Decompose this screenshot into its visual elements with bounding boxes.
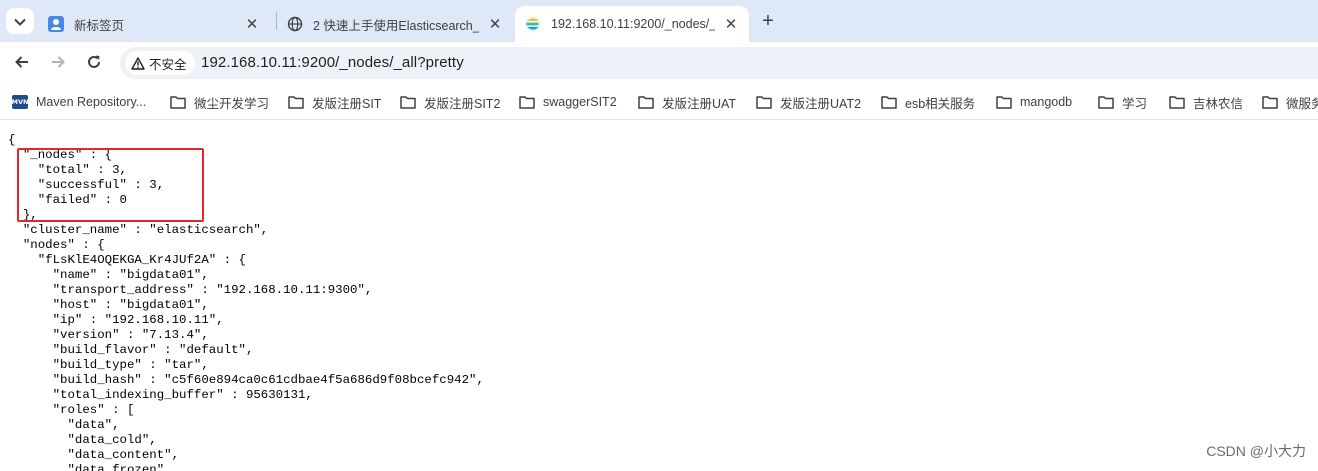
bookmark-folder[interactable]: 吉林农信 — [1169, 92, 1243, 112]
tab-elasticsearch-guide[interactable]: 2 快速上手使用Elasticsearch_/ ✕ — [277, 6, 513, 42]
bookmark-folder[interactable]: 微尘开发学习 — [170, 92, 269, 112]
person-profile-icon — [48, 16, 64, 32]
folder-icon — [288, 95, 304, 109]
bookmark-label: Maven Repository... — [36, 95, 147, 109]
bookmark-folder[interactable]: esb相关服务 — [881, 92, 975, 112]
bookmark-label: 发版注册SIT2 — [424, 96, 501, 111]
security-label: 不安全 — [149, 57, 187, 72]
folder-icon — [1098, 95, 1114, 109]
arrow-left-icon — [14, 54, 30, 73]
bookmark-folder[interactable]: 微服务 — [1262, 92, 1318, 112]
back-button[interactable] — [9, 50, 35, 76]
folder-icon — [1169, 95, 1185, 109]
bookmark-folder[interactable]: 发版注册UAT — [638, 92, 736, 112]
chevron-down-icon — [14, 14, 26, 29]
bookmarks-bar: MVN Maven Repository... 微尘开发学习 发版注册SIT 发… — [0, 84, 1318, 120]
site-info-button[interactable]: 不安全 — [125, 51, 195, 75]
forward-button[interactable] — [45, 50, 71, 76]
folder-icon — [996, 95, 1012, 109]
maven-logo-text: MVN — [12, 95, 28, 109]
tab-nodes-active[interactable]: 192.168.10.11:9200/_nodes/_ ✕ — [515, 6, 749, 42]
bookmark-label: swaggerSIT2 — [543, 95, 617, 109]
reload-button[interactable] — [81, 50, 107, 76]
url-text[interactable]: 192.168.10.11:9200/_nodes/_all?pretty — [201, 54, 464, 71]
new-tab-button[interactable]: + — [756, 9, 780, 33]
close-icon[interactable]: ✕ — [244, 16, 260, 33]
elasticsearch-icon — [525, 16, 541, 32]
folder-icon — [881, 95, 897, 109]
bookmark-label: 发版注册UAT — [662, 96, 737, 111]
bookmark-label: 微服务 — [1286, 96, 1318, 111]
plus-icon: + — [762, 9, 774, 32]
warning-triangle-icon — [131, 56, 145, 70]
tab-search-button[interactable] — [6, 8, 34, 34]
tab-title: 192.168.10.11:9200/_nodes/_ — [551, 17, 715, 31]
json-response-text: { "_nodes" : { "total" : 3, "successful"… — [8, 133, 484, 471]
maven-logo-icon: MVN — [12, 95, 28, 109]
bookmark-folder[interactable]: 发版注册UAT2 — [756, 92, 861, 112]
folder-icon — [638, 95, 654, 109]
close-icon[interactable]: ✕ — [487, 16, 503, 33]
folder-icon — [170, 95, 186, 109]
bookmark-folder[interactable]: swaggerSIT2 — [519, 92, 617, 112]
tab-title: 新标签页 — [74, 18, 125, 33]
folder-icon — [756, 95, 772, 109]
folder-icon — [519, 95, 535, 109]
tab-strip: 新标签页 ✕ 2 快速上手使用Elasticsearch_/ ✕ 192.168… — [0, 0, 1318, 42]
bookmark-label: 吉林农信 — [1193, 96, 1244, 111]
bookmark-label: 发版注册UAT2 — [780, 96, 862, 111]
bookmark-label: 学习 — [1122, 96, 1148, 111]
bookmark-label: 发版注册SIT — [312, 96, 382, 111]
bookmark-folder[interactable]: 发版注册SIT2 — [400, 92, 500, 112]
bookmark-maven-repository[interactable]: MVN Maven Repository... — [12, 92, 146, 112]
tab-new-tab[interactable]: 新标签页 ✕ — [38, 6, 270, 42]
bookmark-label: 微尘开发学习 — [194, 96, 270, 111]
page-content: { "_nodes" : { "total" : 3, "successful"… — [0, 121, 1318, 471]
folder-icon — [1262, 95, 1278, 109]
bookmark-folder[interactable]: 发版注册SIT — [288, 92, 381, 112]
bookmark-label: mangodb — [1020, 95, 1073, 109]
bookmark-folder[interactable]: mangodb — [996, 92, 1072, 112]
csdn-watermark: CSDN @小大力 — [1206, 443, 1306, 459]
tab-title: 2 快速上手使用Elasticsearch_/ — [313, 18, 479, 33]
toolbar: 不安全 192.168.10.11:9200/_nodes/_all?prett… — [0, 42, 1318, 84]
close-icon[interactable]: ✕ — [723, 16, 739, 33]
folder-icon — [400, 95, 416, 109]
bookmark-label: esb相关服务 — [905, 96, 976, 111]
address-bar[interactable]: 不安全 192.168.10.11:9200/_nodes/_all?prett… — [120, 47, 1318, 79]
bookmark-folder[interactable]: 学习 — [1098, 92, 1147, 112]
globe-icon — [287, 16, 303, 32]
arrow-right-icon — [50, 54, 66, 73]
reload-icon — [86, 54, 102, 73]
